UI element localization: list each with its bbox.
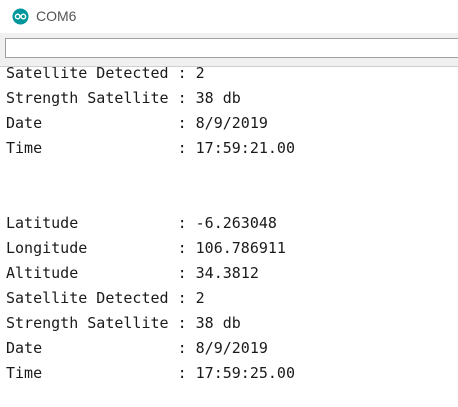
window-title: COM6 [36,8,77,24]
title-bar[interactable]: COM6 [0,0,458,33]
serial-output-line: Strength Satellite : 38 db [6,89,241,107]
serial-output-line [6,161,295,186]
serial-output-line: Latitude : -6.263048 [6,214,277,232]
send-bar [0,33,458,66]
serial-output-line: Strength Satellite : 38 db [6,314,241,332]
serial-output-line: Date : 8/9/2019 [6,114,268,132]
send-input[interactable] [5,38,458,58]
serial-output-line: Altitude : 34.3812 [6,264,259,282]
arduino-icon [12,8,29,25]
serial-output-line: Time : 17:59:21.00 [6,139,295,157]
serial-output-lines: Satellite Detected : 2 Strength Satellite… [6,66,295,386]
serial-output-area[interactable]: Satellite Detected : 2 Strength Satellite… [0,66,458,407]
serial-output-line: Longitude : 106.786911 [6,239,286,257]
serial-output-line: Satellite Detected : 2 [6,289,205,307]
serial-output-line: Satellite Detected : 2 [6,66,205,82]
serial-monitor-window: COM6 Satellite Detected : 2 Strength Sate… [0,0,458,407]
serial-output-line: Date : 8/9/2019 [6,339,268,357]
serial-output-line: Time : 17:59:25.00 [6,364,295,382]
serial-output-line [6,186,295,211]
